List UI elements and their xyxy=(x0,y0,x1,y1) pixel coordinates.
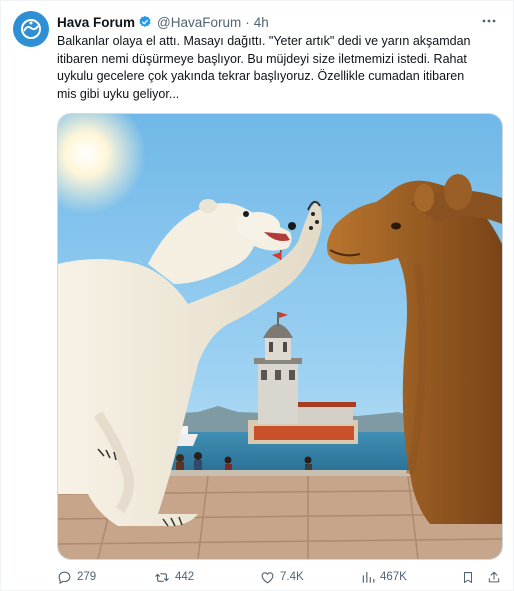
views-icon xyxy=(362,571,375,583)
reply-count: 279 xyxy=(77,571,97,583)
more-button[interactable] xyxy=(479,11,499,31)
timestamp[interactable]: 4h xyxy=(254,15,269,30)
bookmark-icon xyxy=(463,571,473,583)
reply-icon xyxy=(58,571,71,584)
like-count: 7.4K xyxy=(280,571,304,583)
separator-dot: · xyxy=(245,14,250,30)
tweet-header: Hava Forum @HavaForum · 4h xyxy=(57,13,499,31)
views-count: 467K xyxy=(380,571,407,583)
like-button[interactable]: 7.4K xyxy=(260,570,304,585)
author-name[interactable]: Hava Forum xyxy=(57,15,135,30)
avatar[interactable] xyxy=(13,11,49,47)
action-bar: 279 442 7.4K 467K xyxy=(57,568,505,586)
tweet-card[interactable]: Hava Forum @HavaForum · 4h Balkanlar ola… xyxy=(0,0,514,591)
retweet-count: 442 xyxy=(175,571,195,583)
views-button[interactable]: 467K xyxy=(361,570,407,584)
share-icon xyxy=(488,571,500,582)
like-icon xyxy=(261,571,274,583)
media-image xyxy=(58,114,502,559)
share-button[interactable] xyxy=(487,570,501,585)
retweet-button[interactable]: 442 xyxy=(154,570,194,585)
bookmark-button[interactable] xyxy=(461,570,475,585)
retweet-icon xyxy=(155,572,169,582)
tweet-media[interactable] xyxy=(57,113,503,560)
weather-logo-icon xyxy=(21,19,41,39)
author-handle[interactable]: @HavaForum xyxy=(157,15,241,30)
tweet-text: Balkanlar olaya el attı. Masayı dağıttı.… xyxy=(57,34,471,101)
verified-badge-icon xyxy=(138,15,152,29)
more-icon xyxy=(482,19,496,23)
reply-button[interactable]: 279 xyxy=(57,570,96,585)
